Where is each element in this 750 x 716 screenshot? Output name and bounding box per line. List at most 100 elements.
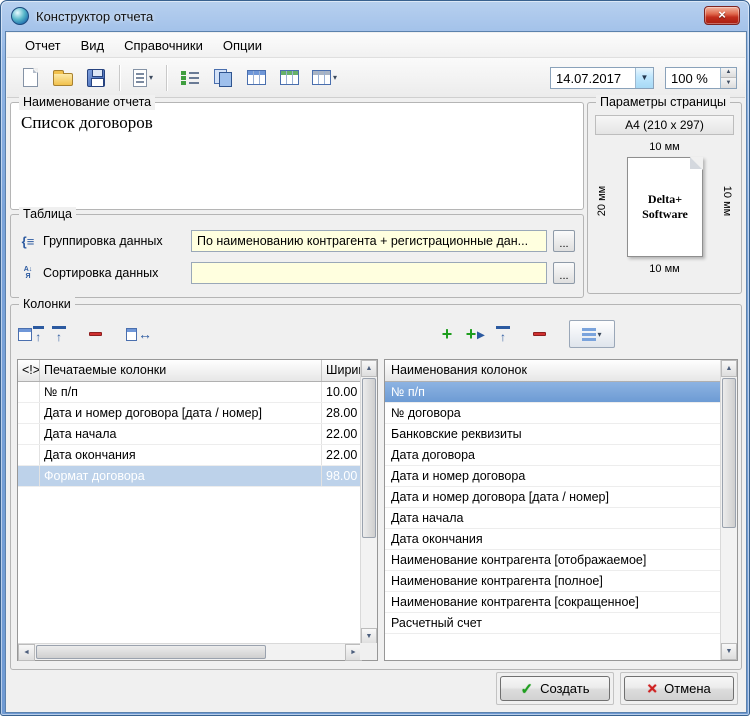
minus-icon [88,332,102,336]
check-icon: ✓ [520,680,534,698]
available-column-item[interactable]: Наименование контрагента [отображаемое] [385,550,722,571]
zoom-down-button[interactable]: ▼ [721,78,736,88]
add-all-columns-button[interactable]: + ▸ [461,320,489,348]
scrollbar-corner [360,643,377,660]
scroll-thumb[interactable] [362,378,376,538]
save-report-button[interactable] [81,63,111,93]
create-button-frame: ✓ Создать [496,672,614,705]
printed-column-row[interactable]: Дата начала 22.00 [18,424,362,445]
printed-columns-vscrollbar[interactable]: ▲ ▼ [360,360,377,645]
menu-report[interactable]: Отчет [15,34,71,57]
move-column-top-button[interactable] [45,320,73,348]
client-area: Отчет Вид Справочники Опции ▾ ▾ 14.07.20… [5,31,747,713]
menu-view[interactable]: Вид [71,34,115,57]
page-format[interactable]: A4 (210 x 297) [595,115,734,135]
scroll-down-button[interactable]: ▼ [721,643,737,660]
available-column-item[interactable]: Банковские реквизиты [385,424,722,445]
available-column-item[interactable]: № п/п [385,382,722,403]
sorting-label: Сортировка данных [43,266,159,280]
menubar: Отчет Вид Справочники Опции [7,33,745,58]
numbered-list-icon [181,70,200,86]
copy-layout-button[interactable] [208,63,238,93]
insert-column-icon [18,327,32,341]
name-column-header[interactable]: Печатаемые колонки [40,360,322,381]
insert-at-top-button[interactable] [489,320,517,348]
printed-column-name: Дата окончания [40,445,322,465]
available-column-item[interactable]: Наименование контрагента [полное] [385,571,722,592]
margin-top-label: 10 мм [649,141,680,153]
create-button-label: Создать [540,681,590,696]
available-column-item[interactable]: Дата окончания [385,529,722,550]
printed-columns-header: <!> Печатаемые колонки Ширина [18,360,362,382]
marker-column-header[interactable]: <!> [18,360,40,381]
printed-column-row[interactable]: № п/п 10.00 [18,382,362,403]
app-icon [11,7,29,25]
cancel-button[interactable]: × Отмена [624,676,734,701]
scroll-thumb[interactable] [722,378,736,528]
printed-column-row[interactable]: Дата и номер договора [дата / номер] 28.0… [18,403,362,424]
zoom-control[interactable]: 100 % ▲ ▼ [665,66,737,89]
zoom-up-button[interactable]: ▲ [721,67,736,78]
cross-icon: × [647,679,658,698]
table-style-button[interactable] [241,63,271,93]
available-column-item[interactable]: № договора [385,403,722,424]
available-column-item[interactable]: Наименование контрагента [сокращенное] [385,592,722,613]
report-name-group-label: Наименование отчета [19,95,156,110]
chevron-down-icon: ▾ [333,73,338,82]
scroll-left-button[interactable]: ◄ [18,644,35,661]
menu-references[interactable]: Справочники [114,34,213,57]
available-columns-body: № п/п № договора Банковские реквизиты Дата … [385,382,722,660]
menu-options[interactable]: Опции [213,34,272,57]
printed-column-name: Формат договора [40,466,322,486]
scroll-thumb[interactable] [36,645,266,659]
available-columns-header[interactable]: Наименования колонок [385,360,722,382]
printed-column-row[interactable]: Дата окончания 22.00 [18,445,362,466]
watermark-line2: Software [642,207,688,221]
available-columns-vscrollbar[interactable]: ▲ ▼ [720,360,737,660]
row-marker-cell [18,403,40,423]
column-top-icon [52,326,66,342]
available-column-item[interactable]: Расчетный счет [385,613,722,634]
printed-columns-hscrollbar[interactable]: ◄ ► [18,643,362,661]
column-top-icon [496,326,510,342]
scroll-up-button[interactable]: ▲ [721,360,737,377]
available-column-item[interactable]: Дата начала [385,508,722,529]
margin-left-label: 20 мм [596,185,608,217]
sorting-browse-button[interactable]: ... [553,262,575,284]
insert-column-button[interactable] [17,320,45,348]
new-report-button[interactable] [15,63,45,93]
add-column-button[interactable]: + [433,320,461,348]
available-column-item[interactable]: Дата договора [385,445,722,466]
available-column-item[interactable]: Дата и номер договора [дата / номер] [385,487,722,508]
row-marker-cell [18,466,40,486]
available-column-item[interactable]: Дата и номер договора [385,466,722,487]
printed-column-row[interactable]: Формат договора 98.00 [18,466,362,487]
close-button[interactable]: × [704,6,740,25]
printed-column-width: 10.00 [322,382,362,402]
toolbar: ▾ ▾ 14.07.2017 ▼ 100 % ▲ ▼ [7,58,745,98]
grouping-input[interactable]: По наименованию контрагента + регистраци… [191,230,547,252]
create-button[interactable]: ✓ Создать [500,676,610,701]
watermark-line1: Delta+ [647,192,683,206]
table-totals-button[interactable] [274,63,304,93]
date-dropdown-button[interactable]: ▼ [635,67,653,88]
reorder-columns-button[interactable]: ↔ [125,320,153,348]
preview-button[interactable]: ▾ [128,63,158,93]
sorting-input[interactable] [191,262,547,284]
page-preview[interactable]: Delta+ Software [627,157,703,257]
grid-options-button[interactable]: ▾ [307,63,342,93]
remove-printed-column-button[interactable] [81,320,109,348]
chevron-down-icon: ▾ [149,73,154,82]
numbering-button[interactable] [175,63,205,93]
remove-available-column-button[interactable] [525,320,553,348]
grouping-browse-button[interactable]: ... [553,230,575,252]
open-report-button[interactable] [48,63,78,93]
printed-columns-grid: <!> Печатаемые колонки Ширина № п/п10.00… [17,359,378,661]
column-visibility-button[interactable]: ▾ [569,320,615,348]
columns-group: Колонки ↔ + +▸ ▾ <!> [10,297,742,670]
save-icon [87,68,105,87]
width-column-header[interactable]: Ширина [322,360,362,381]
titlebar[interactable]: Конструктор отчета × [1,1,749,31]
report-date-picker[interactable]: 14.07.2017 ▼ [550,66,654,89]
scroll-up-button[interactable]: ▲ [361,360,377,377]
